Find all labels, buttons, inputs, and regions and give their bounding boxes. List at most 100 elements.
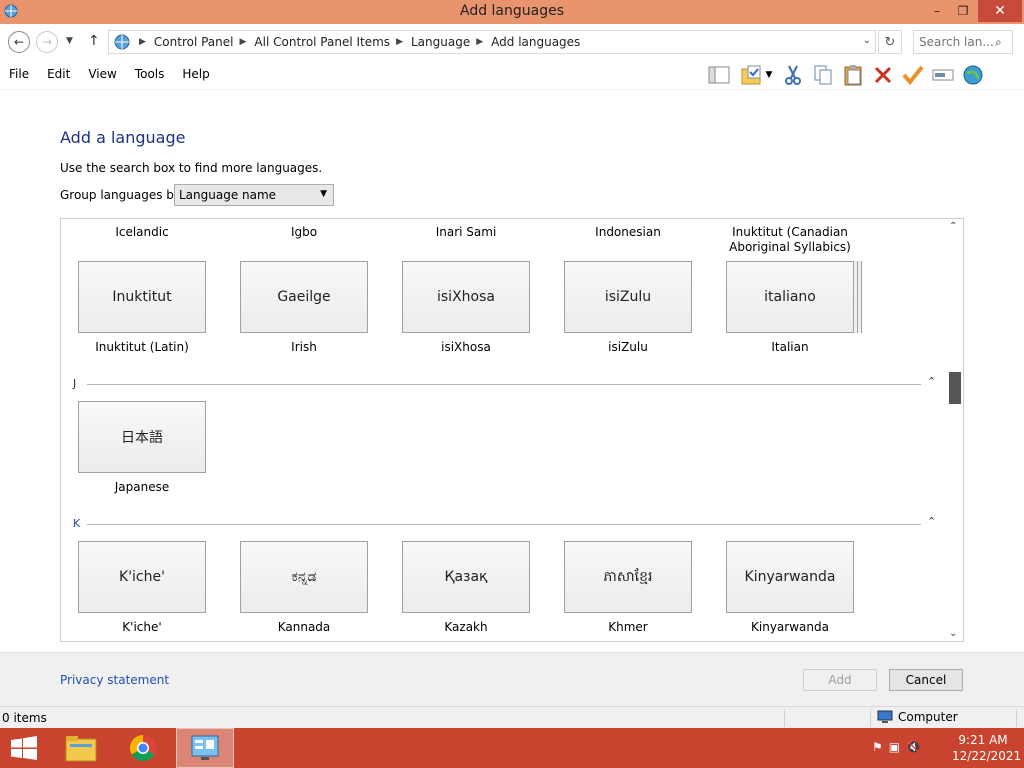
group-header-k: K ⌃ xyxy=(73,515,947,533)
check-icon[interactable] xyxy=(898,62,928,88)
status-divider xyxy=(784,709,785,727)
delete-icon[interactable] xyxy=(868,62,898,88)
crumb-control-panel[interactable]: Control Panel xyxy=(154,35,234,49)
language-tile-kiche[interactable]: K'iche' xyxy=(78,541,206,613)
search-input[interactable] xyxy=(919,35,995,49)
status-location: Computer xyxy=(876,710,958,724)
rename-icon[interactable] xyxy=(928,62,958,88)
address-history-dropdown[interactable]: ⌄ xyxy=(863,35,871,46)
page-title: Add a language xyxy=(60,128,186,147)
status-bar: 0 items Computer xyxy=(0,706,1024,728)
computer-icon xyxy=(877,710,893,723)
language-tile-kazakh[interactable]: Қазақ xyxy=(402,541,530,613)
menu-tools[interactable]: Tools xyxy=(126,67,174,81)
scroll-thumb[interactable] xyxy=(949,372,961,404)
group-divider xyxy=(87,524,921,525)
paste-icon[interactable] xyxy=(838,62,868,88)
windows-start-icon[interactable] xyxy=(10,736,38,760)
folder-properties-icon[interactable]: ▼ xyxy=(734,62,778,88)
language-tile-italian[interactable]: italiano xyxy=(726,261,854,333)
close-button[interactable]: ✕ xyxy=(978,0,1022,22)
language-tile-isizulu[interactable]: isiZulu xyxy=(564,261,692,333)
language-label-indonesian: Indonesian xyxy=(595,225,661,239)
address-field[interactable]: ▶ Control Panel ▶ All Control Panel Item… xyxy=(108,30,876,54)
language-label-kannada: Kannada xyxy=(277,620,331,634)
language-tile-kannada[interactable]: ಕನ್ನಡ xyxy=(240,541,368,613)
language-tile-khmer[interactable]: ភាសាខ្មែរ xyxy=(564,541,692,613)
toolbar: ▼ xyxy=(704,62,988,88)
system-tray: ⚑ ▣ 🔇 xyxy=(872,740,921,754)
menu-file[interactable]: File xyxy=(0,67,38,81)
language-label-isixhosa: isiXhosa xyxy=(441,340,491,354)
language-label-japanese: Japanese xyxy=(114,480,170,494)
chevron-right-icon[interactable]: ▶ xyxy=(139,37,146,47)
menu-help[interactable]: Help xyxy=(173,67,218,81)
taskbar: ⚑ ▣ 🔇 9:21 AM 12/22/2021 xyxy=(0,728,1024,768)
tile-native-name: ភាសាខ្មែរ xyxy=(603,568,653,585)
chrome-button[interactable] xyxy=(114,728,172,768)
up-button[interactable]: ↑ xyxy=(88,33,100,49)
network-icon[interactable]: ▣ xyxy=(889,740,900,754)
language-label-inari-sami: Inari Sami xyxy=(435,225,497,239)
tile-native-name: isiZulu xyxy=(604,289,652,305)
maximize-button[interactable]: ❐ xyxy=(952,0,974,22)
chevron-right-icon[interactable]: ▶ xyxy=(240,37,247,47)
cancel-button[interactable]: Cancel xyxy=(889,669,963,691)
chevron-right-icon[interactable]: ▶ xyxy=(396,37,403,47)
language-tile-japanese[interactable]: 日本語 xyxy=(78,401,206,473)
add-button[interactable]: Add xyxy=(803,669,877,691)
volume-muted-icon[interactable]: 🔇 xyxy=(906,740,921,754)
language-label-inuktitut-syllabics: Inuktitut (Canadian Aboriginal Syllabics… xyxy=(729,225,851,254)
group-by-select[interactable]: Language name ▼ xyxy=(174,184,334,206)
status-divider xyxy=(1016,709,1017,727)
group-header-j: J ⌃ xyxy=(73,375,947,393)
language-label-irish: Irish xyxy=(291,340,317,354)
vertical-scrollbar[interactable]: ⌃ ⌄ xyxy=(946,219,963,641)
language-tile-kinyarwanda[interactable]: Kinyarwanda xyxy=(726,541,854,613)
group-by-label: Group languages by: xyxy=(60,188,185,202)
back-button[interactable]: ← xyxy=(8,31,30,53)
search-icon[interactable]: ⌕ xyxy=(995,35,1002,50)
tile-native-name: Gaeilge xyxy=(277,289,331,305)
minimize-button[interactable]: – xyxy=(926,0,948,22)
language-tile-inuktitut-latin[interactable]: Inuktitut xyxy=(78,261,206,333)
collapse-group-icon[interactable]: ⌃ xyxy=(927,375,936,388)
recent-locations-button[interactable]: ▼ xyxy=(66,36,73,46)
forward-button[interactable]: → xyxy=(36,31,58,53)
layout-pane-icon[interactable] xyxy=(704,62,734,88)
tile-native-name: Қазақ xyxy=(444,569,488,585)
menu-edit[interactable]: Edit xyxy=(38,67,79,81)
group-divider xyxy=(87,384,921,385)
arrow-left-icon: ← xyxy=(13,35,25,49)
file-explorer-button[interactable] xyxy=(52,728,110,768)
collapse-group-icon[interactable]: ⌃ xyxy=(927,515,936,528)
crumb-language[interactable]: Language xyxy=(411,35,470,49)
clock[interactable]: 9:21 AM 12/22/2021 xyxy=(952,732,1021,764)
control-panel-taskbar-button[interactable] xyxy=(176,728,234,768)
language-label-kinyarwanda: Kinyarwanda xyxy=(751,620,829,634)
control-panel-icon xyxy=(114,34,130,50)
scroll-down-icon[interactable]: ⌄ xyxy=(949,628,957,639)
privacy-statement-link[interactable]: Privacy statement xyxy=(60,673,169,687)
copy-icon[interactable] xyxy=(808,62,838,88)
action-center-flag-icon[interactable]: ⚑ xyxy=(872,740,883,754)
language-label-khmer: Khmer xyxy=(608,620,648,634)
help-text: Use the search box to find more language… xyxy=(60,161,323,175)
control-panel-icon xyxy=(191,735,219,760)
language-tile-isixhosa[interactable]: isiXhosa xyxy=(402,261,530,333)
crumb-all-items[interactable]: All Control Panel Items xyxy=(254,35,390,49)
window-title: Add languages xyxy=(459,3,565,19)
language-label-isizulu: isiZulu xyxy=(608,340,648,354)
language-tile-irish[interactable]: Gaeilge xyxy=(240,261,368,333)
menu-view[interactable]: View xyxy=(79,67,125,81)
cut-icon[interactable] xyxy=(778,62,808,88)
crumb-add-languages[interactable]: Add languages xyxy=(491,35,580,49)
refresh-button[interactable]: ↻ xyxy=(878,30,902,54)
chrome-icon xyxy=(129,734,156,762)
chevron-right-icon[interactable]: ▶ xyxy=(476,37,483,47)
globe-icon[interactable] xyxy=(958,62,988,88)
scroll-up-icon[interactable]: ⌃ xyxy=(949,221,957,232)
chevron-down-icon[interactable]: ▼ xyxy=(766,70,773,80)
search-box[interactable]: ⌕ xyxy=(913,30,1013,54)
main-content: Add a language Use the search box to fin… xyxy=(0,90,1024,652)
